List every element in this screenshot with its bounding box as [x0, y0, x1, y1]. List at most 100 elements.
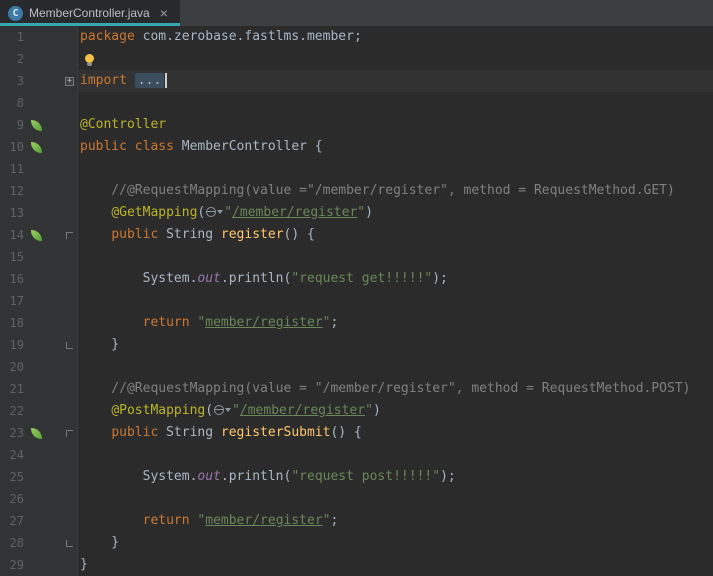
code-line[interactable]	[78, 246, 713, 268]
code-line[interactable]: @PostMapping("/member/register")	[78, 400, 713, 422]
code-line-row: 29}	[0, 554, 713, 576]
gutter-cell[interactable]: 19	[0, 334, 78, 356]
line-number: 28	[9, 536, 24, 550]
java-class-icon: C	[8, 5, 23, 21]
gutter-cell[interactable]: 24	[0, 444, 78, 466]
code-line[interactable]	[78, 92, 713, 114]
code-line[interactable]	[78, 488, 713, 510]
code-line-row: 11	[0, 158, 713, 180]
code-line[interactable]: public class MemberController {	[78, 136, 713, 158]
line-number: 22	[9, 404, 24, 418]
code-line[interactable]	[78, 290, 713, 312]
gutter-cell[interactable]: 23	[0, 422, 78, 444]
code-text[interactable]: member/register	[205, 513, 322, 528]
code-line[interactable]: public String registerSubmit() {	[78, 422, 713, 444]
editor[interactable]: 1 package com.zerobase.fastlms.member; 2 3 +…	[0, 26, 713, 576]
fold-marker-collapsed-icon[interactable]: +	[65, 76, 74, 86]
fold-marker-expanded-top-icon[interactable]	[66, 231, 73, 239]
editor-lines: 1 package com.zerobase.fastlms.member; 2 3 +…	[0, 26, 713, 576]
text-caret	[165, 73, 168, 88]
code-line[interactable]: System.out.println("request post!!!!!");	[78, 466, 713, 488]
tab-close-icon[interactable]: ×	[160, 6, 168, 20]
code-line[interactable]: }	[78, 532, 713, 554]
spring-bean-icon[interactable]	[30, 427, 42, 439]
code-line[interactable]: package com.zerobase.fastlms.member;	[78, 26, 713, 48]
code-line-row: 12 //@RequestMapping(value ="/member/reg…	[0, 180, 713, 202]
spring-bean-icon[interactable]	[30, 141, 42, 153]
line-number: 13	[9, 206, 24, 220]
code-text[interactable]: /member/register	[240, 403, 365, 418]
fold-marker-expanded-top-icon[interactable]	[66, 429, 73, 437]
line-number: 8	[16, 96, 24, 110]
spring-bean-icon[interactable]	[30, 229, 42, 241]
gutter-cell[interactable]: 2	[0, 48, 78, 70]
line-number: 1	[16, 30, 24, 44]
code-text: package	[80, 29, 143, 44]
spring-bean-icon[interactable]	[30, 119, 42, 131]
gutter-cell[interactable]: 11	[0, 158, 78, 180]
gutter-cell[interactable]: 12	[0, 180, 78, 202]
code-text: public	[111, 227, 167, 242]
gutter-cell[interactable]: 10	[0, 136, 78, 158]
code-line-row: 13 @GetMapping("/member/register")	[0, 202, 713, 224]
gutter-cell[interactable]: 9	[0, 114, 78, 136]
code-text: return	[142, 513, 198, 528]
code-line[interactable]: import ...	[78, 70, 713, 92]
code-line[interactable]: }	[78, 334, 713, 356]
code-text: )	[372, 403, 381, 418]
code-text: );	[440, 469, 456, 484]
line-number: 14	[9, 228, 24, 242]
gutter-cell[interactable]: 18	[0, 312, 78, 334]
gutter-icon-slot	[26, 119, 46, 131]
line-number: 23	[9, 426, 24, 440]
code-line[interactable]: System.out.println("request get!!!!!");	[78, 268, 713, 290]
code-line-row: 9 @Controller	[0, 114, 713, 136]
code-text: ...	[134, 73, 165, 88]
code-text: import	[80, 73, 135, 88]
code-text: ;	[330, 513, 339, 528]
fold-marker-expanded-bottom-icon[interactable]	[66, 539, 73, 547]
fold-marker-expanded-bottom-icon[interactable]	[66, 341, 73, 349]
gutter-cell[interactable]: 28	[0, 532, 78, 554]
tab-membercontroller-java[interactable]: C MemberController.java ×	[0, 0, 180, 26]
code-line[interactable]: @Controller	[78, 114, 713, 136]
gutter-cell[interactable]: 20	[0, 356, 78, 378]
gutter-cell[interactable]: 26	[0, 488, 78, 510]
gutter-cell[interactable]: 27	[0, 510, 78, 532]
gutter-cell[interactable]: 15	[0, 246, 78, 268]
code-line[interactable]: return "member/register";	[78, 510, 713, 532]
code-line[interactable]	[78, 356, 713, 378]
code-line-row: 17	[0, 290, 713, 312]
code-text[interactable]: /member/register	[232, 205, 357, 220]
gutter-cell[interactable]: 17	[0, 290, 78, 312]
code-line[interactable]: public String register() {	[78, 224, 713, 246]
gutter-cell[interactable]: 22	[0, 400, 78, 422]
code-line[interactable]	[78, 48, 713, 70]
code-line[interactable]: }	[78, 554, 713, 576]
gutter-cell[interactable]: 16	[0, 268, 78, 290]
gutter-cell[interactable]: 25	[0, 466, 78, 488]
endpoint-url-icon[interactable]	[206, 207, 224, 217]
code-line-row: 20	[0, 356, 713, 378]
gutter-cell[interactable]: 29	[0, 554, 78, 576]
code-line[interactable]	[78, 158, 713, 180]
gutter-cell[interactable]: 3 +	[0, 70, 78, 92]
gutter-cell[interactable]: 13	[0, 202, 78, 224]
endpoint-url-icon[interactable]	[214, 405, 232, 415]
code-line[interactable]	[78, 444, 713, 466]
code-line[interactable]: @GetMapping("/member/register")	[78, 202, 713, 224]
code-line[interactable]: //@RequestMapping(value ="/member/regist…	[78, 180, 713, 202]
code-line[interactable]: //@RequestMapping(value = "/member/regis…	[78, 378, 713, 400]
code-text: @Controller	[80, 117, 167, 132]
code-text[interactable]: member/register	[205, 315, 322, 330]
code-line[interactable]: return "member/register";	[78, 312, 713, 334]
code-text: System.	[80, 271, 198, 286]
gutter-cell[interactable]: 14	[0, 224, 78, 246]
endpoint-circle-icon	[214, 405, 225, 415]
code-text: () {	[283, 227, 315, 242]
gutter-cell[interactable]: 8	[0, 92, 78, 114]
gutter-cell[interactable]: 1	[0, 26, 78, 48]
gutter-cell[interactable]: 21	[0, 378, 78, 400]
intention-bulb-icon[interactable]	[85, 54, 94, 66]
